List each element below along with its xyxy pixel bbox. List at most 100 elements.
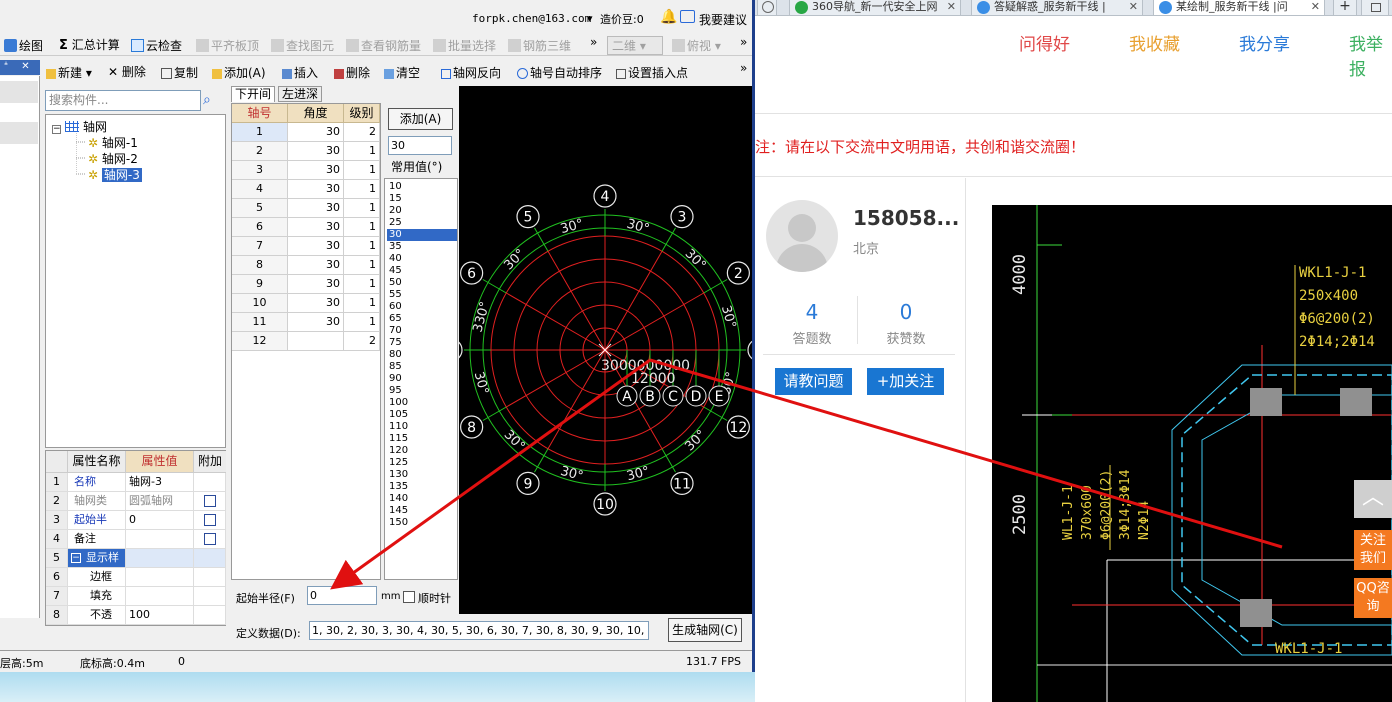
summary-calc-button[interactable]: Σ 汇总计算 bbox=[59, 36, 120, 53]
common-value-item[interactable]: 110 bbox=[387, 421, 457, 433]
common-value-item[interactable]: 60 bbox=[387, 301, 457, 313]
reverse-grid-button[interactable]: 轴网反向 bbox=[441, 64, 501, 81]
clear-button[interactable]: 清空 bbox=[384, 64, 420, 81]
cell-axis-number[interactable]: 10 bbox=[232, 294, 288, 313]
cell-angle[interactable]: 30 bbox=[288, 275, 344, 294]
cell-angle[interactable]: 30 bbox=[288, 199, 344, 218]
cell-axis-number[interactable]: 9 bbox=[232, 275, 288, 294]
cell-angle[interactable]: 30 bbox=[288, 237, 344, 256]
common-value-item[interactable]: 10 bbox=[387, 181, 457, 193]
common-value-item[interactable]: 55 bbox=[387, 289, 457, 301]
cell-level[interactable]: 1 bbox=[344, 199, 380, 218]
cad-drawing-image[interactable]: WKL1-J-1 250x400 Φ6@200(2) 2Φ14;2Φ14 WKL… bbox=[992, 205, 1392, 702]
cloud-check-button[interactable]: 云检查 bbox=[131, 37, 182, 54]
cell-angle[interactable]: 30 bbox=[288, 180, 344, 199]
tree-item-grid-1[interactable]: ✲ 轴网-1 bbox=[88, 134, 138, 151]
extra-checkbox[interactable] bbox=[204, 495, 216, 507]
common-value-item[interactable]: 115 bbox=[387, 433, 457, 445]
cell-level[interactable]: 2 bbox=[344, 332, 380, 351]
extra-checkbox[interactable] bbox=[204, 514, 216, 526]
more-icon[interactable]: » bbox=[740, 61, 747, 75]
cell-level[interactable]: 1 bbox=[344, 161, 380, 180]
cell-axis-number[interactable]: 1 bbox=[232, 123, 288, 142]
common-value-item[interactable]: 40 bbox=[387, 253, 457, 265]
prop-value[interactable] bbox=[126, 549, 194, 568]
common-value-item[interactable]: 140 bbox=[387, 493, 457, 505]
nav-link-share[interactable]: 我分享 bbox=[1239, 30, 1290, 55]
prop-value[interactable]: 轴网-3 bbox=[126, 473, 194, 492]
nav-link-favorites[interactable]: 我收藏 bbox=[1129, 30, 1180, 55]
common-value-item[interactable]: 85 bbox=[387, 361, 457, 373]
close-icon[interactable]: ✕ bbox=[1311, 0, 1320, 13]
nav-link-good-question[interactable]: 问得好 bbox=[1019, 30, 1070, 55]
prop-value[interactable]: 100 bbox=[126, 606, 194, 625]
cell-level[interactable]: 2 bbox=[344, 123, 380, 142]
close-icon[interactable]: ✕ bbox=[21, 61, 29, 72]
common-value-item[interactable]: 30 bbox=[387, 229, 457, 241]
cell-axis-number[interactable]: 6 bbox=[232, 218, 288, 237]
delete-row-button[interactable]: 删除 bbox=[334, 64, 370, 81]
user-name[interactable]: 158058... bbox=[853, 206, 959, 230]
cell-angle[interactable]: 30 bbox=[288, 123, 344, 142]
cell-angle[interactable]: 30 bbox=[288, 161, 344, 180]
cell-level[interactable]: 1 bbox=[344, 180, 380, 199]
browser-tab[interactable]: 答疑解惑_服务新干线 | ✕ bbox=[971, 0, 1143, 16]
cell-angle[interactable]: 30 bbox=[288, 142, 344, 161]
common-value-item[interactable]: 90 bbox=[387, 373, 457, 385]
ask-question-button[interactable]: 请教问题 bbox=[775, 368, 852, 395]
prop-value[interactable]: 0 bbox=[126, 511, 194, 530]
common-value-item[interactable]: 15 bbox=[387, 193, 457, 205]
collapse-icon[interactable]: − bbox=[52, 125, 61, 134]
cell-axis-number[interactable]: 5 bbox=[232, 199, 288, 218]
common-value-item[interactable]: 45 bbox=[387, 265, 457, 277]
new-tab-button[interactable]: + bbox=[1333, 0, 1357, 16]
cell-level[interactable]: 1 bbox=[344, 294, 380, 313]
tab-list-button[interactable] bbox=[1361, 0, 1389, 16]
common-value-item[interactable]: 150 bbox=[387, 517, 457, 529]
angle-input[interactable]: 30 bbox=[388, 136, 452, 155]
cell-angle[interactable]: 30 bbox=[288, 218, 344, 237]
common-value-item[interactable]: 35 bbox=[387, 241, 457, 253]
prop-value[interactable]: 圆弧轴网 bbox=[126, 492, 194, 511]
browser-tab[interactable]: 360导航_新一代安全上网 ✕ bbox=[789, 0, 961, 16]
cell-axis-number[interactable]: 7 bbox=[232, 237, 288, 256]
cell-angle[interactable]: 30 bbox=[288, 313, 344, 332]
more-icon[interactable]: » bbox=[740, 35, 747, 49]
cell-axis-number[interactable]: 12 bbox=[232, 332, 288, 351]
collapse-icon[interactable]: − bbox=[71, 553, 81, 563]
tab-bottom-bay[interactable]: 下开间 bbox=[231, 86, 276, 102]
close-icon[interactable]: ✕ bbox=[947, 0, 956, 13]
prop-value[interactable] bbox=[126, 530, 194, 549]
common-value-item[interactable]: 125 bbox=[387, 457, 457, 469]
copy-button[interactable]: 复制 bbox=[161, 64, 198, 81]
cell-axis-number[interactable]: 4 bbox=[232, 180, 288, 199]
tab-left-depth[interactable]: 左进深 bbox=[278, 86, 323, 102]
cell-level[interactable]: 1 bbox=[344, 313, 380, 332]
qq-consult-button[interactable]: QQ咨询 bbox=[1354, 578, 1392, 618]
batch-select-button[interactable]: 批量选择 bbox=[433, 37, 496, 54]
rebar-3d-button[interactable]: 钢筋三维 bbox=[508, 37, 571, 54]
find-element-button[interactable]: 查找图元 bbox=[271, 37, 334, 54]
start-radius-input[interactable]: 0 bbox=[307, 586, 377, 605]
common-values-list[interactable]: 10 15 20 25 30 35 40 45 50 55 60 65 70 75 80 85 90 95 100 1… bbox=[384, 178, 458, 580]
common-value-item[interactable]: 65 bbox=[387, 313, 457, 325]
insert-button[interactable]: 插入 bbox=[282, 64, 318, 81]
cell-angle[interactable] bbox=[288, 332, 344, 351]
cell-axis-number[interactable]: 3 bbox=[232, 161, 288, 180]
common-value-item[interactable]: 130 bbox=[387, 469, 457, 481]
delete-button[interactable]: ✕ 删除 bbox=[108, 63, 146, 80]
extra-checkbox[interactable] bbox=[204, 533, 216, 545]
new-button[interactable]: 新建 ▾ bbox=[46, 64, 92, 81]
back-to-top-icon[interactable]: ︿ bbox=[1354, 480, 1392, 518]
cell-angle[interactable]: 30 bbox=[288, 256, 344, 275]
cell-axis-number[interactable]: 8 bbox=[232, 256, 288, 275]
add-button[interactable]: 添加(A) bbox=[212, 64, 266, 81]
view-2d-select[interactable]: 二维 ▾ bbox=[607, 36, 663, 55]
prop-value[interactable] bbox=[126, 587, 194, 606]
cell-axis-number[interactable]: 2 bbox=[232, 142, 288, 161]
common-value-item[interactable]: 80 bbox=[387, 349, 457, 361]
common-value-item[interactable]: 100 bbox=[387, 397, 457, 409]
define-data-input[interactable]: 1, 30, 2, 30, 3, 30, 4, 30, 5, 30, 6, 30… bbox=[309, 621, 649, 640]
search-input[interactable]: 搜索构件... bbox=[45, 90, 201, 111]
view-rebar-button[interactable]: 查看钢筋量 bbox=[346, 37, 421, 54]
